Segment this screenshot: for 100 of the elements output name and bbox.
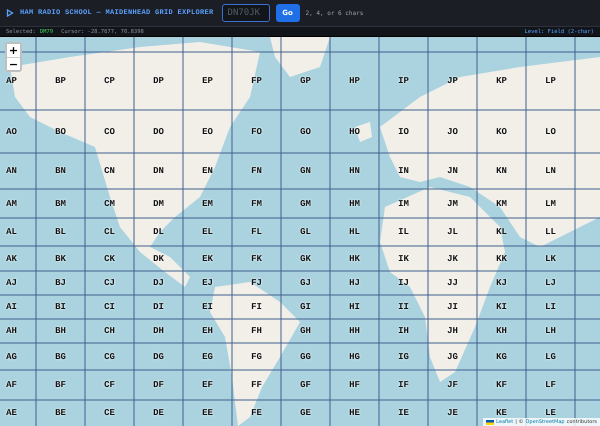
grid-square-label: BK — [55, 254, 66, 264]
grid-square-label: LN — [545, 166, 556, 176]
grid-square-label: HO — [349, 126, 360, 136]
grid-square-label: IM — [398, 198, 409, 208]
grid-square-label: AO — [6, 126, 17, 136]
grid-square-label: KN — [496, 166, 507, 176]
grid-square-label: EP — [202, 76, 213, 86]
grid-square-label: DK — [153, 254, 164, 264]
grid-square-label: FO — [251, 126, 262, 136]
grid-square-label: GO — [300, 126, 311, 136]
grid-square-label: EG — [202, 352, 213, 362]
grid-square-label: BE — [55, 408, 66, 418]
grid-square-label: DE — [153, 408, 164, 418]
grid-square-label: EE — [202, 408, 213, 418]
grid-square-label: LO — [545, 126, 556, 136]
grid-square-label: LI — [545, 302, 556, 312]
grid-square-label: BP — [55, 76, 66, 86]
grid-square-label: CK — [104, 254, 115, 264]
grid-square-label: LP — [545, 76, 556, 86]
grid-square-label: EM — [202, 198, 213, 208]
grid-square-label: GI — [300, 302, 311, 312]
grid-square-label: CH — [104, 326, 115, 336]
grid-square-label: KG — [496, 352, 507, 362]
grid-square-label: IH — [398, 326, 409, 336]
grid-square-label: EN — [202, 166, 213, 176]
grid-square-label: HE — [349, 408, 360, 418]
grid-square-label: CP — [104, 76, 115, 86]
grid-square-label: JH — [447, 326, 458, 336]
grid-square-label: CO — [104, 126, 115, 136]
grid-square-label: BG — [55, 352, 66, 362]
grid-square-label: EO — [202, 126, 213, 136]
grid-square-label: BM — [55, 198, 66, 208]
grid-square-label: KI — [496, 302, 507, 312]
grid-square-label: FP — [251, 76, 262, 86]
grid-square-label: HH — [349, 326, 360, 336]
grid-square-label: KJ — [496, 278, 507, 288]
grid-square-label: DO — [153, 126, 164, 136]
grid-square-label: AP — [6, 76, 17, 86]
grid-square-label: KM — [496, 198, 507, 208]
zoom-out-button[interactable]: − — [7, 57, 20, 70]
grid-square-label: JI — [447, 302, 458, 312]
grid-square-label: BL — [55, 227, 66, 237]
grid-square-label: GN — [300, 166, 311, 176]
grid-square-label: JF — [447, 380, 458, 390]
grid-square-label: FM — [251, 198, 262, 208]
grid-square-label: GL — [300, 227, 311, 237]
grid-square-label: JL — [447, 227, 458, 237]
grid-square-label: DL — [153, 227, 164, 237]
grid-square-label: HF — [349, 380, 360, 390]
grid-square-label: JO — [447, 126, 458, 136]
grid-square-label: CL — [104, 227, 115, 237]
grid-square-label: CF — [104, 380, 115, 390]
zoom-in-button[interactable]: + — [7, 44, 20, 57]
grid-square-label: DJ — [153, 278, 164, 288]
grid-square-label: FH — [251, 326, 262, 336]
grid-square-label: EH — [202, 326, 213, 336]
grid-square-label: IN — [398, 166, 409, 176]
grid-square-label: EF — [202, 380, 213, 390]
grid-square-label: EL — [202, 227, 213, 237]
grid-square-label: JN — [447, 166, 458, 176]
grid-square-label: GE — [300, 408, 311, 418]
grid-square-label: FJ — [251, 278, 262, 288]
grid-square-label: DM — [153, 198, 164, 208]
grid-square-label: JK — [447, 254, 458, 264]
grid-square-label: HL — [349, 227, 360, 237]
grid-square-label: DH — [153, 326, 164, 336]
grid-square-label: HP — [349, 76, 360, 86]
grid-square-label: GP — [300, 76, 311, 86]
grid-square-label: FL — [251, 227, 262, 237]
grid-square-label: BO — [55, 126, 66, 136]
grid-square-label: BF — [55, 380, 66, 390]
grid-square-label: DN — [153, 166, 164, 176]
grid-square-label: GK — [300, 254, 311, 264]
grid-square-label: JM — [447, 198, 458, 208]
grid-square-label: KK — [496, 254, 507, 264]
grid-square-label: BJ — [55, 278, 66, 288]
grid-square-label: KO — [496, 126, 507, 136]
grid-square-label: AN — [6, 166, 17, 176]
grid-square-label: HG — [349, 352, 360, 362]
grid-square-label: GH — [300, 326, 311, 336]
grid-square-label: KE — [496, 408, 507, 418]
grid-square-label: AK — [6, 254, 17, 264]
grid-search-field[interactable]: DN70JK — [222, 4, 270, 22]
grid-square-label: EK — [202, 254, 213, 264]
grid-square-label: AE — [6, 408, 17, 418]
grid-square-label: IE — [398, 408, 409, 418]
grid-square-label: FG — [251, 352, 262, 362]
grid-square-label: EI — [202, 302, 213, 312]
grid-square-label: CI — [104, 302, 115, 312]
grid-square-label: LL — [545, 227, 556, 237]
grid-square-label: IG — [398, 352, 409, 362]
grid-square-label: LF — [545, 380, 556, 390]
grid-square-label: IK — [398, 254, 409, 264]
grid-square-label: CM — [104, 198, 115, 208]
grid-square-label: JP — [447, 76, 458, 86]
grid-square-label: IL — [398, 227, 409, 237]
grid-square-label: KH — [496, 326, 507, 336]
grid-square-label: FE — [251, 408, 262, 418]
grid-square-label: JJ — [447, 278, 458, 288]
grid-square-label: HI — [349, 302, 360, 312]
